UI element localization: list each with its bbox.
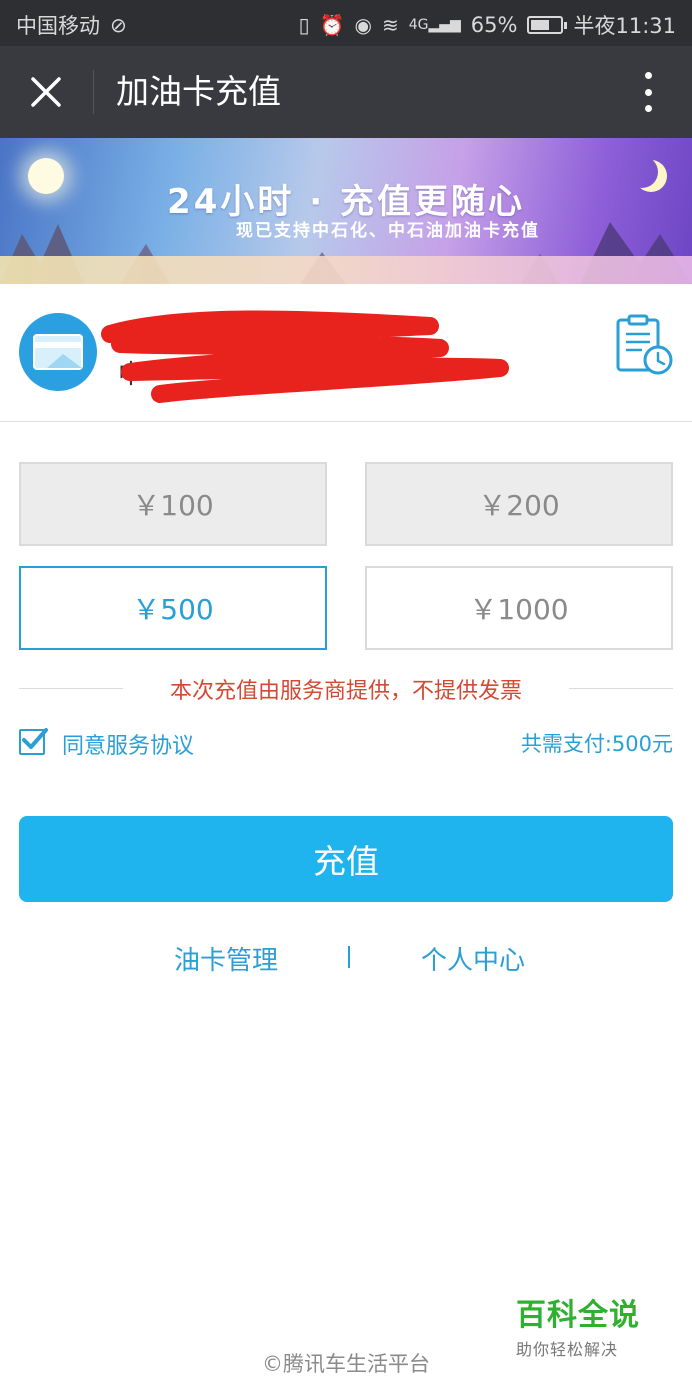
- checkmark-icon: [22, 728, 48, 749]
- amount-option-100[interactable]: ￥100: [19, 462, 327, 546]
- amount-option-500[interactable]: ￥500: [19, 566, 327, 650]
- amount-option-1000[interactable]: ￥1000: [365, 566, 673, 650]
- vibrate-icon: ▯: [298, 13, 310, 37]
- bottom-links: 油卡管理 个人中心: [0, 938, 692, 982]
- invoice-notice: 本次充值由服务商提供，不提供发票: [19, 668, 673, 708]
- page-title: 加油卡充值: [116, 72, 281, 111]
- promo-banner[interactable]: 24小时 · 充值更随心 现已支持中石化、中石油加油卡充值: [0, 138, 692, 284]
- redaction-scribble: [101, 310, 509, 403]
- notice-text: 本次充值由服务商提供，不提供发票: [169, 679, 522, 704]
- oil-card-info[interactable]: 中: [0, 284, 692, 422]
- banner-subline: 现已支持中石化、中石油加油卡充值: [236, 221, 540, 241]
- wifi-icon: ≋: [381, 13, 399, 37]
- more-button[interactable]: [640, 72, 656, 112]
- signal-icon: 4G▂▄▆: [408, 17, 461, 33]
- footer-copyright: ©腾讯车生活平台: [262, 1352, 430, 1376]
- close-button[interactable]: [22, 68, 70, 116]
- user-center-link[interactable]: 个人中心: [421, 940, 525, 977]
- clock: 半夜11:31: [573, 14, 676, 38]
- eye-icon: ◉: [354, 13, 372, 37]
- status-bar: 中国移动 ⊘ ▯ ⏰ ◉ ≋ 4G▂▄▆ 65% 半夜11:31: [0, 0, 692, 46]
- links-separator: [348, 946, 350, 968]
- recharge-button[interactable]: 充值: [19, 816, 673, 902]
- agreement-checkbox[interactable]: [19, 728, 48, 755]
- notification-icon: ⊘: [110, 13, 127, 37]
- card-icon: [33, 334, 83, 370]
- battery-icon: [527, 16, 568, 34]
- recharge-history-icon[interactable]: [614, 314, 674, 376]
- close-icon: [31, 77, 61, 107]
- amount-option-200[interactable]: ￥200: [365, 462, 673, 546]
- agreement-row: 同意服务协议 共需支付:500元: [19, 724, 673, 764]
- carrier-label: 中国移动: [16, 14, 100, 38]
- title-divider: [93, 70, 94, 114]
- watermark-title: 百科全说: [516, 1298, 640, 1333]
- more-vertical-icon: [644, 72, 652, 79]
- banner-ground: [0, 256, 692, 284]
- battery-percent: 65%: [470, 13, 518, 37]
- card-manage-link[interactable]: 油卡管理: [174, 940, 278, 977]
- total-amount: 共需支付:500元: [520, 732, 673, 756]
- alarm-icon: ⏰: [319, 13, 345, 37]
- card-avatar: [19, 313, 97, 391]
- agreement-link[interactable]: 同意服务协议: [62, 728, 194, 760]
- title-bar: 加油卡充值: [0, 46, 692, 138]
